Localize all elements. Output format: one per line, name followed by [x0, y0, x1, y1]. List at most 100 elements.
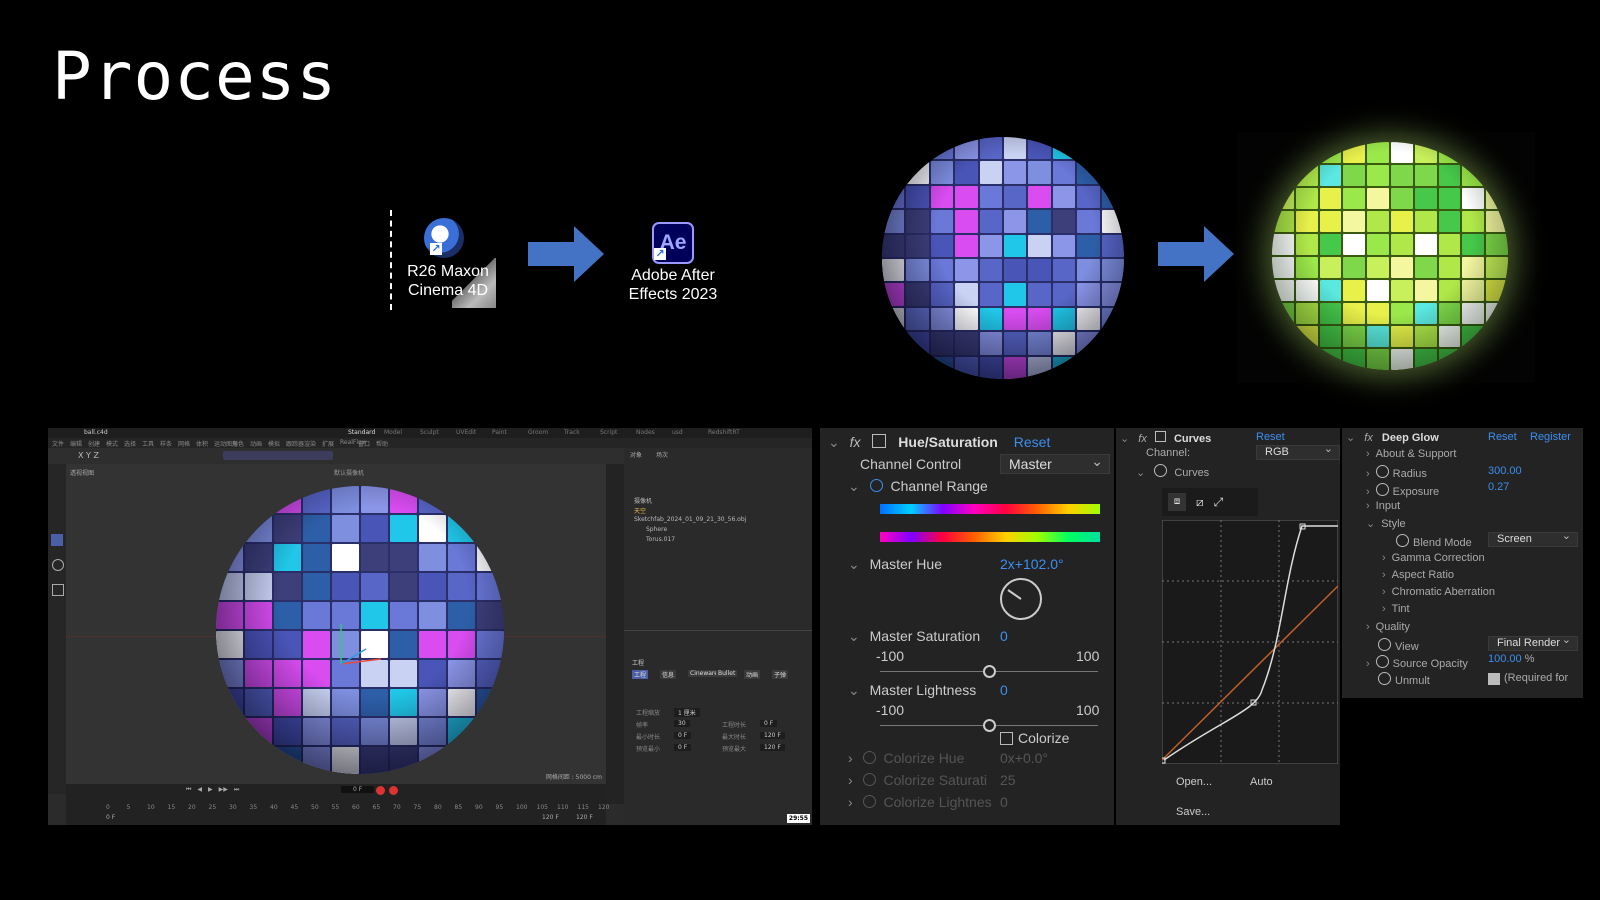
master-saturation-value[interactable]: 0	[1000, 628, 1008, 644]
layout-tab[interactable]: RedshiftRT	[708, 429, 740, 436]
menu-item[interactable]: 帮助	[376, 439, 388, 448]
object-row[interactable]: Sketchfab_2024_01_09_21_30_56.obj	[634, 516, 746, 523]
menu-item[interactable]: 创建	[88, 439, 100, 448]
menu-item[interactable]: 模拟	[268, 439, 280, 448]
collapse-chevron-icon[interactable]: ⌄	[848, 556, 860, 573]
master-hue-value[interactable]: 2x+102.0°	[1000, 556, 1064, 572]
channel-range-bar-input[interactable]	[880, 504, 1100, 514]
menu-item[interactable]: 文件	[52, 439, 64, 448]
layout-tab[interactable]: Model	[384, 429, 402, 436]
fx-icon[interactable]: fx	[850, 434, 861, 450]
exposure-value[interactable]: 0.27	[1488, 481, 1509, 493]
collapse-chevron-icon[interactable]: ⌄	[848, 628, 860, 645]
menu-item[interactable]: 编辑	[70, 439, 82, 448]
collapse-chevron-icon[interactable]: ⌄	[1120, 432, 1129, 445]
fx-icon[interactable]: fx	[1364, 432, 1373, 444]
takes-tab[interactable]: 场次	[656, 450, 668, 459]
menu-item[interactable]: 窗口	[358, 439, 370, 448]
menu-item[interactable]: 选择	[124, 439, 136, 448]
menu-item[interactable]: 体积	[196, 439, 208, 448]
expand-chevron-icon[interactable]: ›	[1382, 552, 1386, 564]
channel-control-dropdown[interactable]: Master	[1000, 452, 1110, 474]
tint-group[interactable]: Tint	[1392, 603, 1410, 615]
stopwatch-icon[interactable]	[1396, 534, 1409, 547]
colorize-saturation-value[interactable]: 25	[1000, 772, 1016, 788]
menu-item[interactable]: 角色	[232, 439, 244, 448]
expand-chevron-icon[interactable]: ›	[1366, 448, 1370, 460]
layout-tab[interactable]: UVEdit	[456, 429, 476, 436]
menu-item[interactable]: 扩展	[322, 439, 334, 448]
source-opacity-value[interactable]: 100.00	[1488, 653, 1522, 665]
expand-chevron-icon[interactable]: ›	[1382, 569, 1386, 581]
auto-button[interactable]: Auto	[1250, 776, 1273, 788]
collapse-chevron-icon[interactable]: ⌄	[848, 478, 860, 495]
next-key-icon[interactable]: ▶▶	[219, 786, 228, 796]
collapse-chevron-icon[interactable]: ⌄	[848, 682, 860, 699]
menu-item[interactable]: 工具	[142, 439, 154, 448]
fx-icon[interactable]: fx	[1138, 433, 1147, 445]
colorize-checkbox[interactable]	[1000, 732, 1013, 745]
stopwatch-icon[interactable]	[862, 751, 876, 764]
stopwatch-icon[interactable]	[1375, 483, 1389, 496]
colorize-lightness-value[interactable]: 0	[1000, 794, 1008, 810]
attribute-tab[interactable]: 工程	[632, 670, 649, 679]
c4d-file-tab[interactable]: ball.c4d	[84, 429, 108, 436]
reset-link[interactable]: Reset	[1014, 434, 1051, 450]
record-controls[interactable]	[376, 786, 398, 795]
attribute-tab[interactable]: 子弹	[772, 670, 789, 679]
scale-tool-icon[interactable]	[52, 584, 64, 596]
hue-dial[interactable]	[998, 576, 1044, 622]
collapse-chevron-icon[interactable]: ⌄	[1366, 517, 1375, 530]
expand-chevron-icon[interactable]: ›	[1366, 658, 1370, 670]
view-dropdown[interactable]: Final Render	[1488, 634, 1578, 651]
channel-range-bar-output[interactable]	[880, 532, 1100, 542]
c4d-timeline[interactable]: 0 5 10 15 20 25 30 35 40 45 50 55 60 65 70 75 80 85 90 95 10…	[66, 784, 609, 825]
layout-tab[interactable]: Standard	[348, 429, 375, 436]
collapse-chevron-icon[interactable]: ⌄	[1136, 466, 1145, 479]
c4d-desktop-label[interactable]: R26 Maxon Cinema 4D	[398, 262, 498, 300]
menu-item[interactable]: 网格	[178, 439, 190, 448]
object-row[interactable]: Sphere	[646, 526, 667, 533]
quality-group[interactable]: Quality	[1376, 621, 1410, 633]
attribute-value[interactable]: 30	[674, 720, 690, 727]
expand-chevron-icon[interactable]: ›	[1382, 603, 1386, 615]
rotate-tool-icon[interactable]	[52, 559, 64, 571]
menu-item[interactable]: 动画	[250, 439, 262, 448]
aspect-ratio-group[interactable]: Aspect Ratio	[1392, 569, 1454, 581]
stopwatch-icon[interactable]	[1375, 465, 1389, 478]
unmult-checkbox[interactable]	[1488, 673, 1500, 685]
move-tool-icon[interactable]	[51, 534, 63, 546]
curve-graph[interactable]	[1162, 520, 1338, 764]
menu-item[interactable]: 样条	[160, 439, 172, 448]
attribute-value[interactable]: 0 F	[674, 744, 692, 751]
expand-chevron-icon[interactable]: ›	[1366, 486, 1370, 498]
reset-link[interactable]: Reset	[1488, 431, 1517, 443]
expand-chevron-icon[interactable]: ›	[848, 794, 853, 810]
menu-item[interactable]: 模式	[106, 439, 118, 448]
style-group[interactable]: Style	[1381, 518, 1405, 530]
master-lightness-value[interactable]: 0	[1000, 682, 1008, 698]
stopwatch-icon[interactable]	[1378, 638, 1391, 651]
object-row[interactable]: Torus.017	[646, 536, 675, 543]
layout-tab[interactable]: usd	[672, 429, 683, 436]
register-link[interactable]: Register	[1530, 431, 1571, 443]
attribute-tab[interactable]: 信息	[660, 670, 677, 679]
object-row[interactable]: 天空	[634, 506, 646, 515]
curve-tool-icon[interactable]: ⧈	[1168, 493, 1186, 511]
layout-tab[interactable]: Paint	[492, 429, 507, 436]
autokey-icon[interactable]	[389, 786, 398, 795]
layout-tab[interactable]: Track	[564, 429, 580, 436]
prev-key-icon[interactable]: ◀	[197, 786, 202, 796]
open-button[interactable]: Open...	[1176, 776, 1212, 788]
attribute-tab[interactable]: Bullet	[716, 670, 738, 677]
expand-chevron-icon[interactable]: ›	[848, 750, 853, 766]
channel-dropdown[interactable]: RGB	[1256, 443, 1340, 460]
expand-chevron-icon[interactable]: ›	[1366, 500, 1370, 512]
reset-link[interactable]: Reset	[1256, 431, 1285, 443]
attribute-value[interactable]: 1 厘米	[674, 708, 700, 717]
attribute-value[interactable]: 0 F	[674, 732, 692, 739]
attribute-value[interactable]: 120 F	[760, 732, 785, 739]
axis-lock-buttons[interactable]: X Y Z	[78, 451, 99, 460]
stopwatch-icon[interactable]	[1375, 655, 1389, 668]
axis-gizmo[interactable]	[321, 619, 391, 689]
